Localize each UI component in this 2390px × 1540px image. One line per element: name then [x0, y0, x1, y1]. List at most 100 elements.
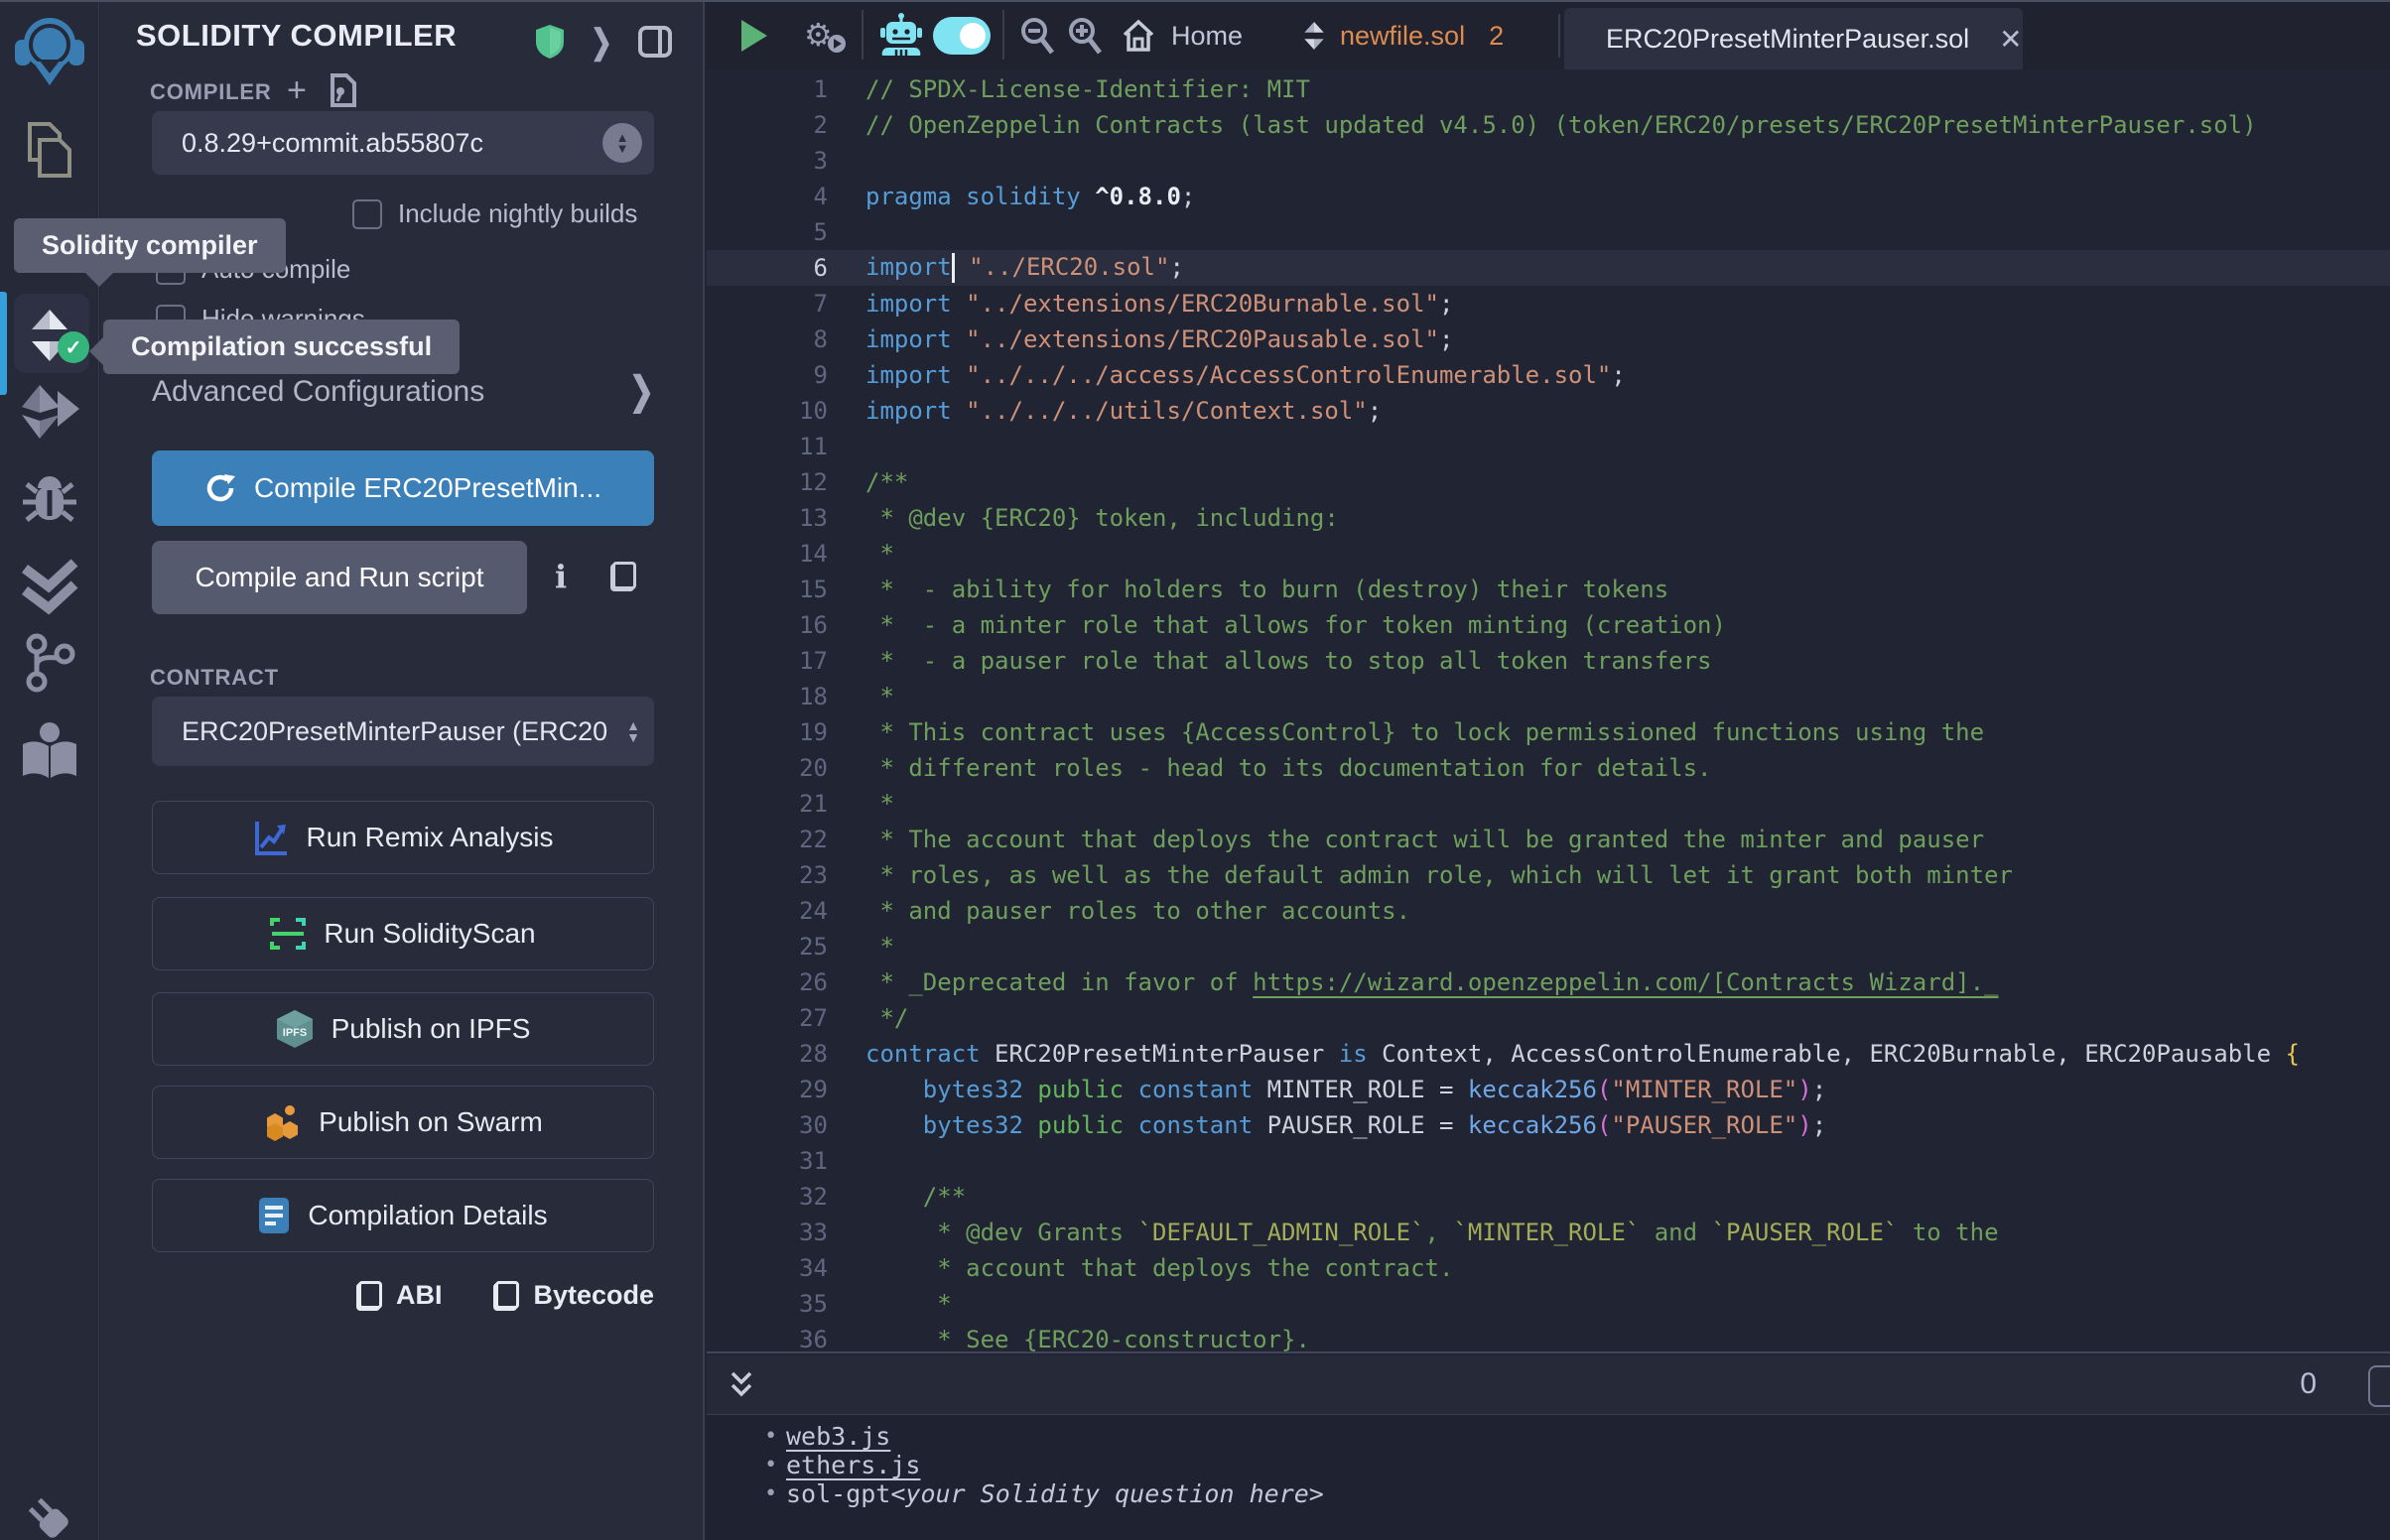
plugin-manager-icon[interactable]	[0, 1486, 99, 1540]
terminal-listen-count: 0	[2300, 1367, 2317, 1401]
copy-icon[interactable]	[610, 562, 636, 591]
code-line[interactable]: 7import "../extensions/ERC20Burnable.sol…	[707, 286, 2390, 321]
tab-erc20presetminterpauser[interactable]: ERC20PresetMinterPauser.sol ✕	[1564, 8, 2023, 69]
git-icon[interactable]	[0, 631, 99, 695]
terminal-list-item: •sol-gpt <your Solidity question here>	[707, 1479, 2390, 1508]
solidity-compiler-tooltip: Solidity compiler	[14, 218, 286, 273]
include-nightly-row: Include nightly builds	[352, 198, 637, 229]
tab-home[interactable]: Home	[1122, 2, 1243, 69]
unit-testing-icon[interactable]	[0, 554, 99, 617]
code-line[interactable]: 10import "../../../utils/Context.sol";	[707, 393, 2390, 429]
code-line[interactable]: 36 * See {ERC20-constructor}.	[707, 1322, 2390, 1353]
script-config-gear-icon[interactable]: ⚙	[802, 2, 850, 69]
refresh-icon	[204, 472, 236, 504]
run-script-play-icon[interactable]	[732, 2, 776, 69]
compile-and-run-button[interactable]: Compile and Run script	[152, 541, 527, 614]
code-line[interactable]: 4pragma solidity ^0.8.0;	[707, 179, 2390, 214]
code-line[interactable]: 17 * - a pauser role that allows to stop…	[707, 643, 2390, 679]
code-editor[interactable]: 1// SPDX-License-Identifier: MIT2// Open…	[707, 69, 2390, 1353]
contract-select[interactable]: ERC20PresetMinterPauser (ERC20 ▲▼	[152, 697, 654, 766]
code-line[interactable]: 28contract ERC20PresetMinterPauser is Co…	[707, 1036, 2390, 1072]
terminal-header[interactable]: 0	[707, 1355, 2390, 1415]
file-explorer-icon[interactable]	[0, 119, 99, 183]
shield-icon	[535, 24, 565, 60]
code-line[interactable]: 29 bytes32 public constant MINTER_ROLE =…	[707, 1072, 2390, 1107]
tab-newfile[interactable]: newfile.sol 2	[1302, 2, 1504, 69]
publish-swarm-button[interactable]: Publish on Swarm	[152, 1086, 654, 1159]
code-line[interactable]: 1// SPDX-License-Identifier: MIT	[707, 71, 2390, 107]
tab-divider	[1558, 14, 1560, 58]
code-line[interactable]: 3	[707, 143, 2390, 179]
code-line[interactable]: 20 * different roles - head to its docum…	[707, 750, 2390, 786]
copy-icon	[493, 1281, 519, 1311]
code-line[interactable]: 30 bytes32 public constant PAUSER_ROLE =…	[707, 1107, 2390, 1143]
close-tab-icon[interactable]: ✕	[1999, 23, 2022, 56]
compile-button[interactable]: Compile ERC20PresetMin...	[152, 450, 654, 526]
terminal-list-item[interactable]: •ethers.js	[707, 1451, 2390, 1479]
code-line[interactable]: 12/**	[707, 464, 2390, 500]
toolbar-divider	[1002, 10, 1004, 60]
code-line[interactable]: 23 * roles, as well as the default admin…	[707, 857, 2390, 893]
code-line[interactable]: 16 * - a minter role that allows for tok…	[707, 607, 2390, 643]
copy-bytecode-button[interactable]: Bytecode	[493, 1280, 654, 1311]
code-line[interactable]: 18 *	[707, 679, 2390, 714]
code-line[interactable]: 5	[707, 214, 2390, 250]
main-area: ⚙	[707, 2, 2390, 1540]
details-icon	[258, 1197, 290, 1234]
terminal-collapse-icon[interactable]	[727, 1367, 756, 1403]
terminal-list-item[interactable]: •web3.js	[707, 1422, 2390, 1451]
debugger-icon[interactable]	[0, 466, 99, 530]
code-line[interactable]: 14 *	[707, 536, 2390, 572]
code-line[interactable]: 6import "../ERC20.sol";	[707, 250, 2390, 286]
code-line[interactable]: 34 * account that deploys the contract.	[707, 1250, 2390, 1286]
compiler-version-value: 0.8.29+commit.ab55807c	[152, 128, 602, 159]
remix-logo[interactable]	[0, 12, 99, 93]
copy-icon	[356, 1281, 382, 1311]
zoom-in-icon[interactable]	[1062, 2, 1108, 69]
compilation-details-label: Compilation Details	[308, 1200, 547, 1231]
advanced-chevron-icon: ❯	[629, 369, 654, 415]
code-line[interactable]: 33 * @dev Grants `DEFAULT_ADMIN_ROLE`, `…	[707, 1215, 2390, 1250]
code-line[interactable]: 22 * The account that deploys the contra…	[707, 822, 2390, 857]
info-icon[interactable]: i	[555, 558, 567, 595]
code-line[interactable]: 24 * and pauser roles to other accounts.	[707, 893, 2390, 929]
copy-abi-button[interactable]: ABI	[356, 1280, 443, 1311]
code-line[interactable]: 27 */	[707, 1000, 2390, 1036]
code-line[interactable]: 21 *	[707, 786, 2390, 822]
advanced-configurations[interactable]: Advanced Configurations ❯	[152, 374, 654, 409]
code-line[interactable]: 9import "../../../access/AccessControlEn…	[707, 357, 2390, 393]
tab-bar: ⚙	[707, 2, 2390, 69]
code-line[interactable]: 8import "../extensions/ERC20Pausable.sol…	[707, 321, 2390, 357]
code-line[interactable]: 32 /**	[707, 1179, 2390, 1215]
code-line[interactable]: 2// OpenZeppelin Contracts (last updated…	[707, 107, 2390, 143]
newfile-tab-label: newfile.sol	[1340, 21, 1465, 52]
run-remix-analysis-button[interactable]: Run Remix Analysis	[152, 801, 654, 874]
add-compiler-icon[interactable]: +	[287, 73, 307, 107]
code-line[interactable]: 11	[707, 429, 2390, 464]
solidity-file-icon	[1302, 22, 1326, 50]
code-line[interactable]: 35 *	[707, 1286, 2390, 1322]
split-view-icon[interactable]	[638, 26, 672, 58]
include-nightly-checkbox[interactable]	[352, 199, 382, 229]
code-line[interactable]: 31	[707, 1143, 2390, 1179]
code-line[interactable]: 15 * - ability for holders to burn (dest…	[707, 572, 2390, 607]
swarm-icon	[263, 1103, 301, 1141]
analysis-chart-icon	[253, 820, 289, 855]
code-line[interactable]: 19 * This contract uses {AccessControl} …	[707, 714, 2390, 750]
learneth-icon[interactable]	[0, 718, 99, 782]
code-line[interactable]: 26 * _Deprecated in favor of https://wiz…	[707, 964, 2390, 1000]
compiler-version-select[interactable]: 0.8.29+commit.ab55807c ▲▼	[152, 111, 654, 175]
zoom-out-icon[interactable]	[1014, 2, 1060, 69]
remix-ai-robot-icon[interactable]	[877, 2, 925, 69]
code-line[interactable]: 13 * @dev {ERC20} token, including:	[707, 500, 2390, 536]
terminal-body[interactable]: •web3.js•ethers.js•sol-gpt <your Solidit…	[707, 1416, 2390, 1540]
run-solidityscan-button[interactable]: Run SolidityScan	[152, 897, 654, 970]
deploy-run-icon[interactable]	[0, 381, 99, 443]
compiler-config-file-icon[interactable]	[329, 73, 356, 107]
publish-ipfs-button[interactable]: IPFS Publish on IPFS	[152, 992, 654, 1066]
panel-expand-chevron-icon[interactable]: ❯	[591, 22, 612, 62]
terminal-search-input[interactable]	[2368, 1365, 2390, 1407]
code-line[interactable]: 25 *	[707, 929, 2390, 964]
remix-ai-toggle[interactable]	[931, 2, 993, 69]
compilation-details-button[interactable]: Compilation Details	[152, 1179, 654, 1252]
